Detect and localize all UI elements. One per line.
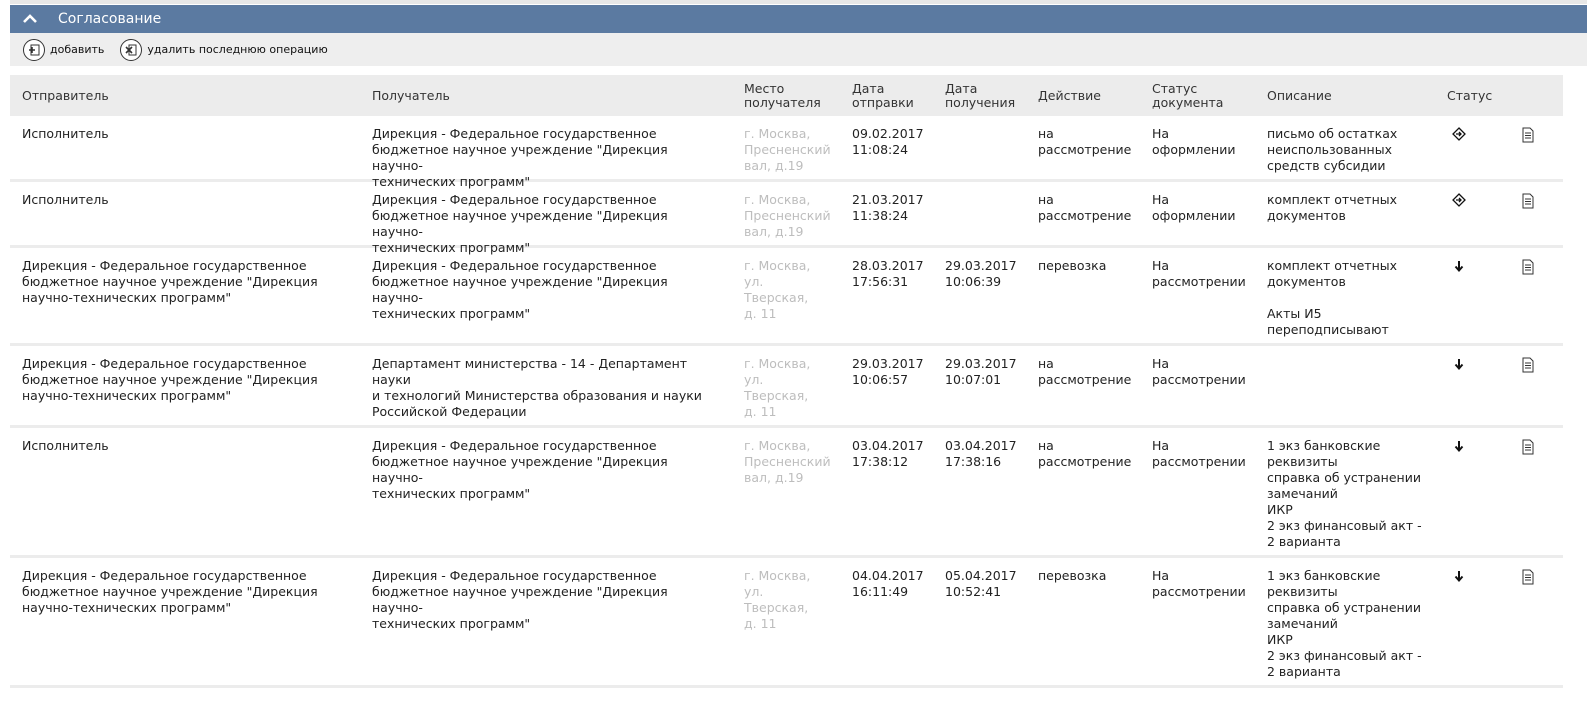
sent-date-cell: 04.04.2017 16:11:49	[852, 568, 924, 599]
table-row[interactable]: Дирекция - Федеральное государственное б…	[10, 248, 1563, 346]
table-row[interactable]: Дирекция - Федеральное государственное б…	[10, 558, 1563, 688]
doc-status-cell: На оформлении	[1152, 192, 1236, 223]
doc-status-cell: На рассмотрении	[1152, 568, 1246, 599]
description-cell: 1 экз банковские реквизиты справка об ус…	[1267, 438, 1422, 549]
place-cell: г. Москва, Пресненский вал, д.19	[744, 192, 839, 240]
description-cell: комплект отчетных документов Акты И5 пер…	[1267, 258, 1398, 337]
document-icon[interactable]	[1520, 193, 1536, 209]
panel-title: Согласование	[58, 11, 162, 27]
column-header-place[interactable]: Место получателя	[744, 81, 839, 110]
action-cell: на рассмотрение	[1038, 438, 1132, 469]
column-header-action[interactable]: Действие	[1038, 88, 1143, 103]
description-cell: 1 экз банковские реквизиты справка об ус…	[1267, 568, 1422, 679]
place-cell: г. Москва, ул. Тверская, д. 11	[744, 258, 839, 322]
column-header-sender[interactable]: Отправитель	[22, 88, 352, 103]
sender-cell: Исполнитель	[22, 192, 109, 207]
document-icon[interactable]	[1520, 569, 1536, 585]
place-text: г. Москва, Пресненский вал, д.19	[744, 438, 831, 485]
action-cell: перевозка	[1038, 568, 1107, 583]
place-text: г. Москва, Пресненский вал, д.19	[744, 192, 831, 239]
received-date-cell: 03.04.2017 17:38:16	[945, 438, 1017, 469]
doc-status-cell: На рассмотрении	[1152, 258, 1246, 289]
recipient-cell: Дирекция - Федеральное государственное б…	[372, 126, 668, 189]
delete-last-operation-button[interactable]: удалить последнюю операцию	[120, 38, 328, 61]
table-row[interactable]: Дирекция - Федеральное государственное б…	[10, 346, 1563, 428]
recipient-cell: Дирекция - Федеральное государственное б…	[372, 568, 668, 631]
diamond-arrow-icon[interactable]	[1451, 126, 1467, 142]
doc-status-cell: На рассмотрении	[1152, 438, 1246, 469]
add-document-icon	[23, 38, 45, 61]
column-header-doc-status[interactable]: Статус документа	[1152, 81, 1262, 110]
sent-date-cell: 21.03.2017 11:38:24	[852, 192, 924, 223]
action-cell: на рассмотрение	[1038, 192, 1132, 223]
recipient-cell: Департамент министерства - 14 - Департам…	[372, 356, 702, 419]
sender-cell: Исполнитель	[22, 126, 109, 141]
down-arrow-icon[interactable]	[1451, 568, 1467, 584]
sender-cell: Дирекция - Федеральное государственное б…	[22, 258, 318, 305]
sent-date-cell: 03.04.2017 17:38:12	[852, 438, 924, 469]
sent-date-cell: 29.03.2017 10:06:57	[852, 356, 924, 387]
recipient-cell: Дирекция - Федеральное государственное б…	[372, 258, 668, 321]
approval-table: Отправитель Получатель Место получателя …	[10, 75, 1563, 688]
document-icon[interactable]	[1520, 357, 1536, 373]
toolbar: добавить удалить последнюю операцию	[10, 33, 1587, 66]
down-arrow-icon[interactable]	[1451, 356, 1467, 372]
sent-date-cell: 09.02.2017 11:08:24	[852, 126, 924, 157]
column-header-description[interactable]: Описание	[1267, 88, 1432, 103]
received-date-cell: 29.03.2017 10:07:01	[945, 356, 1017, 387]
sent-date-cell: 28.03.2017 17:56:31	[852, 258, 924, 289]
table-row[interactable]: Исполнитель Дирекция - Федеральное госуд…	[10, 116, 1563, 189]
table-header: Отправитель Получатель Место получателя …	[10, 75, 1563, 116]
place-cell: г. Москва, ул. Тверская, д. 11	[744, 568, 839, 632]
chevron-up-icon[interactable]	[10, 5, 50, 33]
action-cell: на рассмотрение	[1038, 126, 1132, 157]
down-arrow-icon[interactable]	[1451, 258, 1467, 274]
sender-cell: Исполнитель	[22, 438, 109, 453]
column-header-status[interactable]: Статус	[1447, 88, 1517, 103]
recipient-cell: Дирекция - Федеральное государственное б…	[372, 438, 668, 501]
sender-cell: Дирекция - Федеральное государственное б…	[22, 568, 318, 615]
delete-button-label: удалить последнюю операцию	[147, 43, 328, 56]
document-icon[interactable]	[1520, 259, 1536, 275]
diamond-arrow-icon[interactable]	[1451, 192, 1467, 208]
description-cell: письмо об остатках неиспользованных сред…	[1267, 126, 1398, 173]
place-cell: г. Москва, Пресненский вал, д.19	[744, 438, 839, 486]
add-button-label: добавить	[50, 43, 105, 56]
column-header-recipient[interactable]: Получатель	[372, 88, 722, 103]
delete-document-icon	[120, 38, 143, 61]
add-button[interactable]: добавить	[23, 38, 105, 61]
down-arrow-icon[interactable]	[1451, 438, 1467, 454]
received-date-cell: 29.03.2017 10:06:39	[945, 258, 1017, 289]
place-cell: г. Москва, ул. Тверская, д. 11	[744, 356, 839, 420]
place-text: г. Москва, ул. Тверская, д. 11	[744, 258, 811, 321]
doc-status-cell: На оформлении	[1152, 126, 1236, 157]
received-date-cell: 05.04.2017 10:52:41	[945, 568, 1017, 599]
sender-cell: Дирекция - Федеральное государственное б…	[22, 356, 318, 403]
doc-status-cell: На рассмотрении	[1152, 356, 1246, 387]
panel-header[interactable]: Согласование	[10, 5, 1587, 33]
place-text: г. Москва, ул. Тверская, д. 11	[744, 356, 811, 419]
place-cell: г. Москва, Пресненский вал, д.19	[744, 126, 839, 174]
top-divider	[10, 0, 1587, 4]
table-row[interactable]: Исполнитель Дирекция - Федеральное госуд…	[10, 182, 1563, 255]
column-header-received-date[interactable]: Дата получения	[945, 81, 1030, 110]
table-row[interactable]: Исполнитель Дирекция - Федеральное госуд…	[10, 428, 1563, 558]
description-cell: комплект отчетных документов	[1267, 192, 1398, 223]
document-icon[interactable]	[1520, 439, 1536, 455]
action-cell: перевозка	[1038, 258, 1107, 273]
action-cell: на рассмотрение	[1038, 356, 1132, 387]
place-text: г. Москва, Пресненский вал, д.19	[744, 126, 831, 173]
column-header-sent-date[interactable]: Дата отправки	[852, 81, 937, 110]
recipient-cell: Дирекция - Федеральное государственное б…	[372, 192, 668, 255]
document-icon[interactable]	[1520, 127, 1536, 143]
place-text: г. Москва, ул. Тверская, д. 11	[744, 568, 811, 631]
